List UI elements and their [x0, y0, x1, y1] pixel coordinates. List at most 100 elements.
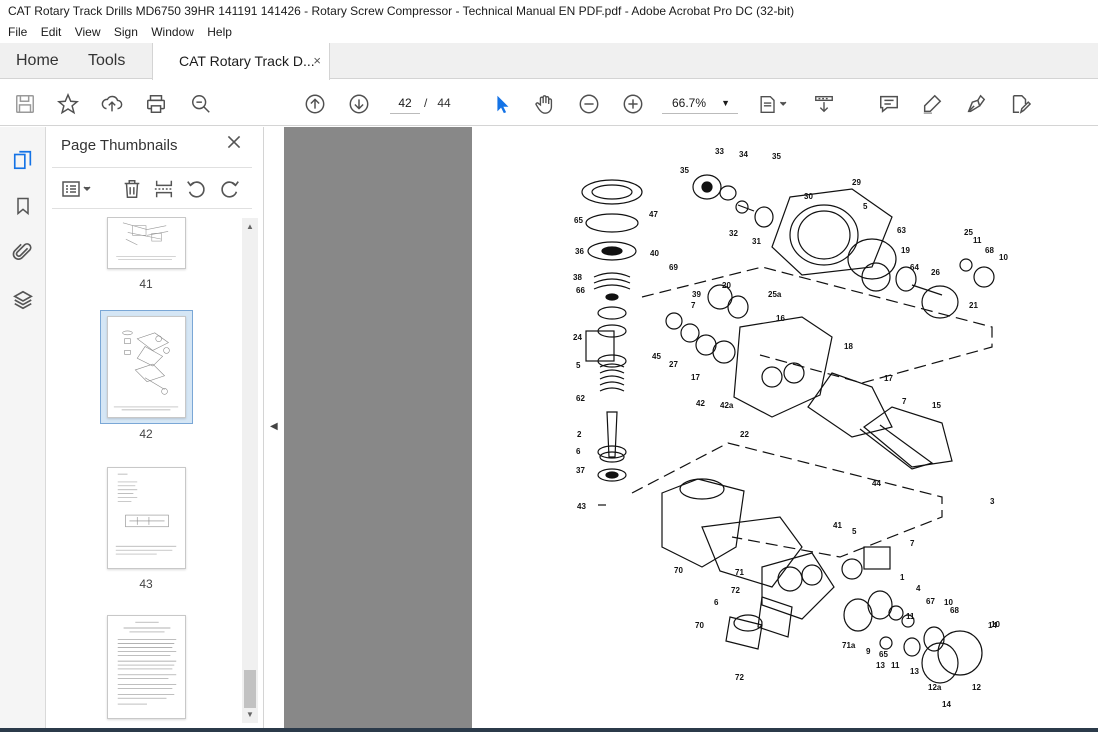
diagram-callout: 25a [768, 290, 782, 299]
next-page-icon[interactable] [347, 92, 371, 116]
select-cursor-icon[interactable] [490, 92, 514, 116]
diagram-callout: 68 [950, 606, 959, 615]
diagram-callout: 22 [740, 430, 749, 439]
diagram-callout: 6 [714, 598, 719, 607]
scrollbar-thumb[interactable] [244, 670, 256, 708]
menu-help[interactable]: Help [199, 22, 232, 39]
previous-page-icon[interactable] [303, 92, 327, 116]
thumbnail-list: 41 42 43 [46, 217, 242, 727]
panel-title: Page Thumbnails [61, 137, 178, 154]
diagram-callout: 34 [739, 150, 748, 159]
hand-tool-icon[interactable] [533, 92, 557, 116]
window-title: CAT Rotary Track Drills MD6750 39HR 1411… [0, 0, 1098, 22]
diagram-callout: 45 [652, 352, 661, 361]
upload-icon[interactable] [100, 92, 124, 116]
scroll-mode-icon[interactable] [812, 92, 836, 116]
scroll-down-icon[interactable]: ▼ [242, 710, 258, 719]
thumbnail-page-42[interactable] [107, 316, 186, 418]
diagram-callout: 7 [902, 397, 907, 406]
edit-pdf-icon[interactable] [1008, 92, 1032, 116]
rotate-counterclockwise-icon[interactable] [184, 177, 208, 201]
menu-edit[interactable]: Edit [33, 22, 62, 39]
diagram-callout: 29 [852, 178, 861, 187]
diagram-callout: 5 [863, 202, 868, 211]
diagram-callout: 11 [891, 661, 900, 670]
panel-splitter[interactable]: ◀ [263, 127, 283, 732]
zoom-out-icon[interactable] [577, 92, 601, 116]
diagram-callout: 11 [973, 236, 982, 245]
diagram-callout: 72 [735, 673, 744, 682]
tab-close-icon[interactable]: × [313, 43, 321, 79]
tab-document[interactable]: CAT Rotary Track D... × [152, 43, 330, 80]
thumbnail-image [113, 330, 179, 411]
bookmark-star-icon[interactable] [56, 92, 80, 116]
sign-pen-icon[interactable] [964, 92, 988, 116]
diagram-callout: 40 [650, 249, 659, 258]
thumbnail-label: 43 [139, 577, 153, 591]
menu-bar: File Edit View Sign Window Help [0, 22, 1098, 43]
bookmarks-icon[interactable] [10, 193, 36, 219]
diagram-callout: 66 [576, 286, 585, 295]
print-icon[interactable] [144, 92, 168, 116]
page-thumbnails-icon[interactable] [10, 147, 36, 173]
delete-page-icon[interactable] [120, 177, 144, 201]
page-fit-icon[interactable] [756, 92, 792, 116]
zoom-level-value: 66.7% [672, 96, 707, 110]
menu-sign[interactable]: Sign [106, 22, 138, 39]
attachments-icon[interactable] [10, 239, 36, 265]
diagram-callout: 11 [906, 612, 915, 621]
close-icon[interactable] [226, 133, 242, 156]
tab-tools[interactable]: Tools [88, 43, 125, 79]
insert-page-icon[interactable] [152, 177, 176, 201]
document-view[interactable]: 33 34 35 35 47 65 36 30 29 32 31 5 63 38 40 69 66 39 20 25a… [284, 127, 1098, 732]
options-menu-icon[interactable] [60, 177, 94, 201]
diagram-callout: 67 [926, 597, 935, 606]
diagram-callout: 42 [696, 399, 705, 408]
menu-window[interactable]: Window [143, 22, 194, 39]
diagram-callout: 64 [910, 263, 919, 272]
diagram-callout: 6 [576, 447, 581, 456]
exploded-parts-diagram: 33 3435354765363029323156338406966 392025a… [573, 147, 1008, 709]
tab-home[interactable]: Home [16, 43, 59, 79]
diagram-callout: 3 [990, 497, 995, 506]
navigation-rail [0, 127, 46, 732]
diagram-callout: 17 [884, 374, 893, 383]
diagram-callout: 12 [972, 683, 981, 692]
taskbar-strip [0, 728, 1098, 732]
zoom-level-select[interactable]: 66.7% ▼ [662, 92, 738, 114]
diagram-callout: 4 [916, 584, 921, 593]
collapse-panel-icon[interactable]: ◀ [270, 421, 278, 432]
diagram-callout: 31 [752, 237, 761, 246]
thumbnail-image [116, 222, 176, 260]
thumbnail-scrollbar[interactable]: ▲ ▼ [242, 218, 258, 723]
rotate-clockwise-icon[interactable] [218, 177, 242, 201]
diagram-callout: 70 [674, 566, 683, 575]
diagram-callout: 19 [901, 246, 910, 255]
scroll-up-icon[interactable]: ▲ [242, 222, 258, 231]
layers-icon[interactable] [10, 287, 36, 313]
thumbnail-page-43[interactable] [107, 467, 186, 569]
diagram-callout: 65 [574, 216, 583, 225]
find-zoom-icon[interactable] [189, 92, 213, 116]
save-icon[interactable] [13, 92, 37, 116]
thumbnail-page-41[interactable] [107, 217, 186, 269]
highlight-pen-icon[interactable] [920, 92, 944, 116]
thumbnail-image [115, 473, 177, 555]
diagram-callout: 38 [573, 273, 582, 282]
diagram-callout: 72 [731, 586, 740, 595]
diagram-callout: 68 [985, 246, 994, 255]
diagram-callout: 10 [991, 620, 1000, 629]
zoom-in-icon[interactable] [621, 92, 645, 116]
menu-view[interactable]: View [67, 22, 101, 39]
comment-icon[interactable] [877, 92, 901, 116]
pdf-page: 33 34 35 35 47 65 36 30 29 32 31 5 63 38 40 69 66 39 20 25a… [472, 127, 1098, 732]
tab-bar: Home Tools CAT Rotary Track D... × [0, 43, 1098, 80]
diagram-callout: 43 [577, 502, 586, 511]
diagram-callout: 10 [999, 253, 1008, 262]
diagram-callout: 9 [866, 647, 871, 656]
diagram-callout: 1 [900, 573, 905, 582]
diagram-callout: 69 [669, 263, 678, 272]
thumbnail-page-44[interactable] [107, 615, 186, 719]
page-number-input[interactable]: 42 [390, 92, 420, 114]
menu-file[interactable]: File [0, 22, 27, 39]
